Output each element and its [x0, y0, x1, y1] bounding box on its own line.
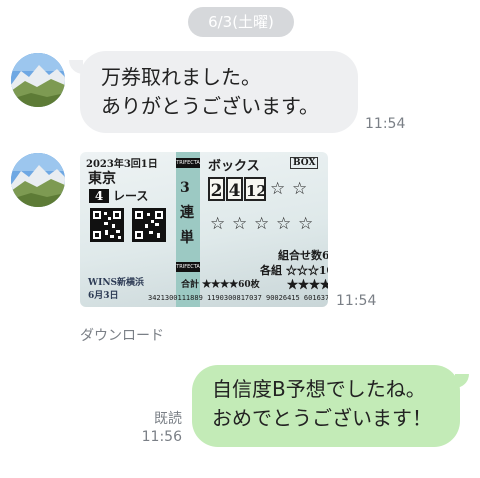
horse-number: 4: [226, 177, 243, 201]
star-icon: ☆: [292, 179, 308, 199]
box-title: ボックス: [208, 159, 260, 174]
bet-type-char: 連: [180, 205, 194, 221]
bet-type-tag: TRIFECTA: [176, 158, 200, 168]
star-icon: ☆: [254, 214, 270, 234]
outgoing-message-bubble[interactable]: 自信度B予想でしたね。 おめでとうございます！: [192, 365, 460, 447]
contact-avatar[interactable]: [11, 53, 65, 107]
star-icon: ☆: [210, 214, 226, 234]
message-timestamp: 11:56: [141, 429, 182, 445]
star-icon: ☆: [298, 214, 314, 234]
race-number: 4: [89, 189, 109, 203]
qr-code-icon: [90, 208, 124, 242]
star-icon: ☆: [232, 214, 248, 234]
ticket-serial: 3421300111889 1190300817037 90026415 601…: [148, 294, 328, 302]
mountain-landscape-avatar-icon: [11, 153, 65, 207]
message-timestamp: 11:54: [365, 116, 406, 132]
download-link[interactable]: ダウンロード: [80, 325, 164, 345]
message-text-line: ありがとうございます。: [101, 94, 319, 118]
incoming-message-bubble[interactable]: 万券取れました。 ありがとうございます。: [80, 51, 358, 133]
qr-code-icon: [132, 208, 166, 242]
ticket-race: 4 レース: [89, 187, 148, 204]
ticket-venue: 東京: [88, 171, 116, 187]
date-separator: 6/3(土曜): [188, 7, 294, 37]
star-icon: ☆: [270, 179, 286, 199]
star-icon: ☆: [276, 214, 292, 234]
total-amount: ★★★★600円: [287, 278, 328, 291]
message-text-line: 自信度B予想でしたね。: [212, 377, 426, 401]
bet-type-char: 単: [180, 230, 194, 246]
ticket-outlet: WINS新横浜: [88, 278, 145, 288]
horse-number: 2: [208, 177, 225, 201]
horse-number: 12: [244, 177, 267, 201]
message-timestamp: 11:54: [336, 293, 377, 309]
mountain-landscape-avatar-icon: [11, 53, 65, 107]
total-tickets: 合計 ★★★★60枚: [181, 280, 260, 290]
betting-ticket-image[interactable]: 2023年3回1日 東京 4 レース TRIFECTA TRIFECTA 3 連…: [80, 152, 328, 307]
message-text-line: おめでとうございます！: [212, 406, 432, 430]
race-suffix: レース: [113, 189, 149, 203]
bet-type-label: 3 連 単: [180, 176, 196, 251]
bet-type-number: 3: [180, 180, 190, 196]
contact-avatar[interactable]: [11, 153, 65, 207]
message-text-line: 万券取れました。: [101, 65, 261, 89]
bubble-tail: [455, 374, 469, 388]
ticket-issue-date: 6月3日: [88, 291, 119, 301]
read-receipt: 既読: [154, 411, 182, 427]
box-en-label: BOX: [290, 157, 319, 169]
combination-count: 組合せ数6: [278, 249, 328, 262]
bet-type-tag: TRIFECTA: [176, 262, 200, 272]
